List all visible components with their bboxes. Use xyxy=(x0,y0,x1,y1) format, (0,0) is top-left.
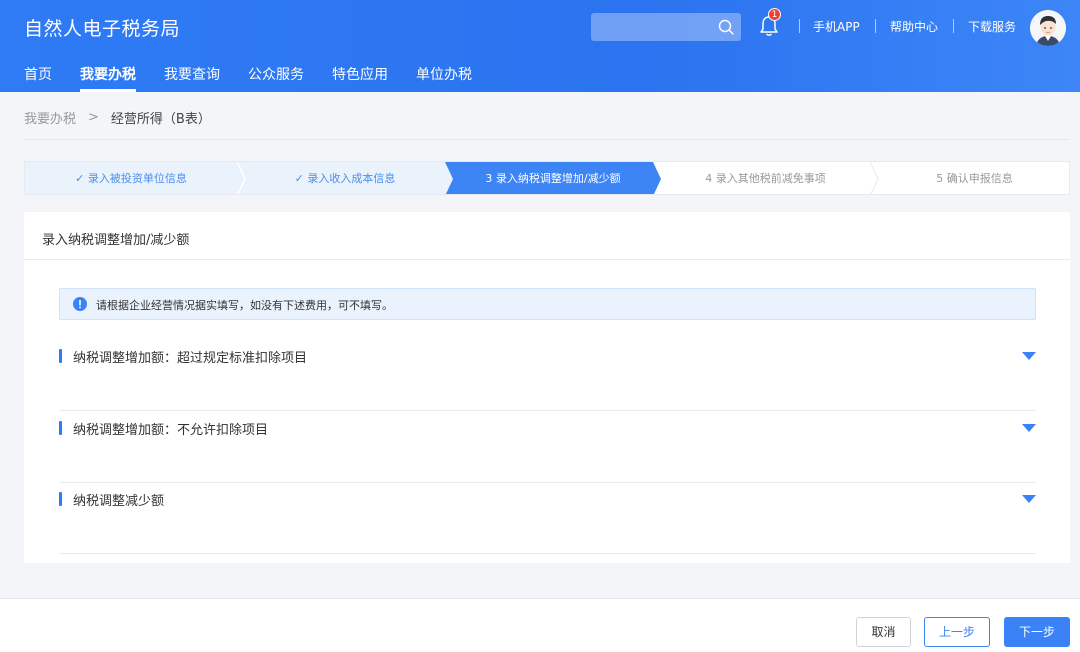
breadcrumb: 我要办税 > 经营所得（B表） xyxy=(24,108,211,127)
breadcrumb-separator: > xyxy=(88,110,99,125)
header-divider xyxy=(953,19,954,33)
mobile-app-link[interactable]: 手机APP xyxy=(813,18,860,35)
main-card: 录入纳税调整增加/减少额 请根据企业经营情况据实填写，如没有下述费用，可不填写。… xyxy=(24,212,1070,563)
notice-banner: 请根据企业经营情况据实填写，如没有下述费用，可不填写。 xyxy=(59,288,1036,320)
search-icon[interactable] xyxy=(717,18,735,36)
info-icon xyxy=(73,297,87,311)
section-title: 纳税调整增加额：不允许扣除项目 xyxy=(73,423,269,438)
nav-public-service[interactable]: 公众服务 xyxy=(248,64,304,92)
breadcrumb-root[interactable]: 我要办税 xyxy=(24,108,76,127)
step-5: 5 确认申报信息 xyxy=(936,172,1013,185)
search-box[interactable] xyxy=(591,13,741,41)
previous-step-button[interactable]: 上一步 xyxy=(924,617,990,647)
cancel-button[interactable]: 取消 xyxy=(856,617,911,647)
step-3: 3 录入纳税调整增加/减少额 xyxy=(485,172,621,185)
top-header: 自然人电子税务局 1 手机APP 帮助中心 下载服务 首页 我要办税 我要查询 xyxy=(0,0,1080,92)
search-input[interactable] xyxy=(591,13,711,41)
section-decrease[interactable]: 纳税调整减少额 xyxy=(59,482,1036,554)
nav-home[interactable]: 首页 xyxy=(24,64,52,92)
download-service-link[interactable]: 下载服务 xyxy=(968,18,1016,35)
section-increase-not-allowed[interactable]: 纳税调整增加额：不允许扣除项目 xyxy=(59,411,1036,483)
card-divider xyxy=(24,259,1070,260)
breadcrumb-current: 经营所得（B表） xyxy=(110,112,211,127)
caret-down-icon[interactable] xyxy=(1022,494,1036,504)
breadcrumb-divider xyxy=(24,139,1070,140)
nav-my-query[interactable]: 我要查询 xyxy=(164,64,220,92)
card-title: 录入纳税调整增加/减少额 xyxy=(42,233,190,248)
user-avatar-icon xyxy=(1030,10,1066,46)
caret-down-icon[interactable] xyxy=(1022,351,1036,361)
caret-down-icon[interactable] xyxy=(1022,423,1036,433)
section-title: 纳税调整减少额 xyxy=(73,494,165,509)
help-center-link[interactable]: 帮助中心 xyxy=(890,18,938,35)
nav-my-tax[interactable]: 我要办税 xyxy=(80,64,136,92)
notice-text: 请根据企业经营情况据实填写，如没有下述费用，可不填写。 xyxy=(96,299,393,312)
section-increase-over-limit[interactable]: 纳税调整增加额：超过规定标准扣除项目 xyxy=(59,339,1036,411)
step-1: ✓ 录入被投资单位信息 xyxy=(75,172,187,185)
step-2: ✓ 录入收入成本信息 xyxy=(294,172,396,185)
footer-bar: 取消 上一步 下一步 xyxy=(0,598,1080,652)
notification-badge: 1 xyxy=(768,8,781,21)
next-step-button[interactable]: 下一步 xyxy=(1004,617,1070,647)
header-divider xyxy=(799,19,800,33)
step-4: 4 录入其他税前减免事项 xyxy=(705,172,826,185)
nav-special-apps[interactable]: 特色应用 xyxy=(332,64,388,92)
progress-steps: ✓ 录入被投资单位信息 ✓ 录入收入成本信息 3 录入纳税调整增加/减少额 4 … xyxy=(24,161,1070,195)
section-title: 纳税调整增加额：超过规定标准扣除项目 xyxy=(73,351,308,366)
section-marker xyxy=(59,421,62,435)
header-divider xyxy=(875,19,876,33)
app-title: 自然人电子税务局 xyxy=(24,18,181,40)
nav-unit-tax[interactable]: 单位办税 xyxy=(416,64,472,92)
avatar[interactable] xyxy=(1030,10,1066,46)
main-nav: 首页 我要办税 我要查询 公众服务 特色应用 单位办税 xyxy=(24,64,500,92)
section-marker xyxy=(59,349,62,363)
section-marker xyxy=(59,492,62,506)
